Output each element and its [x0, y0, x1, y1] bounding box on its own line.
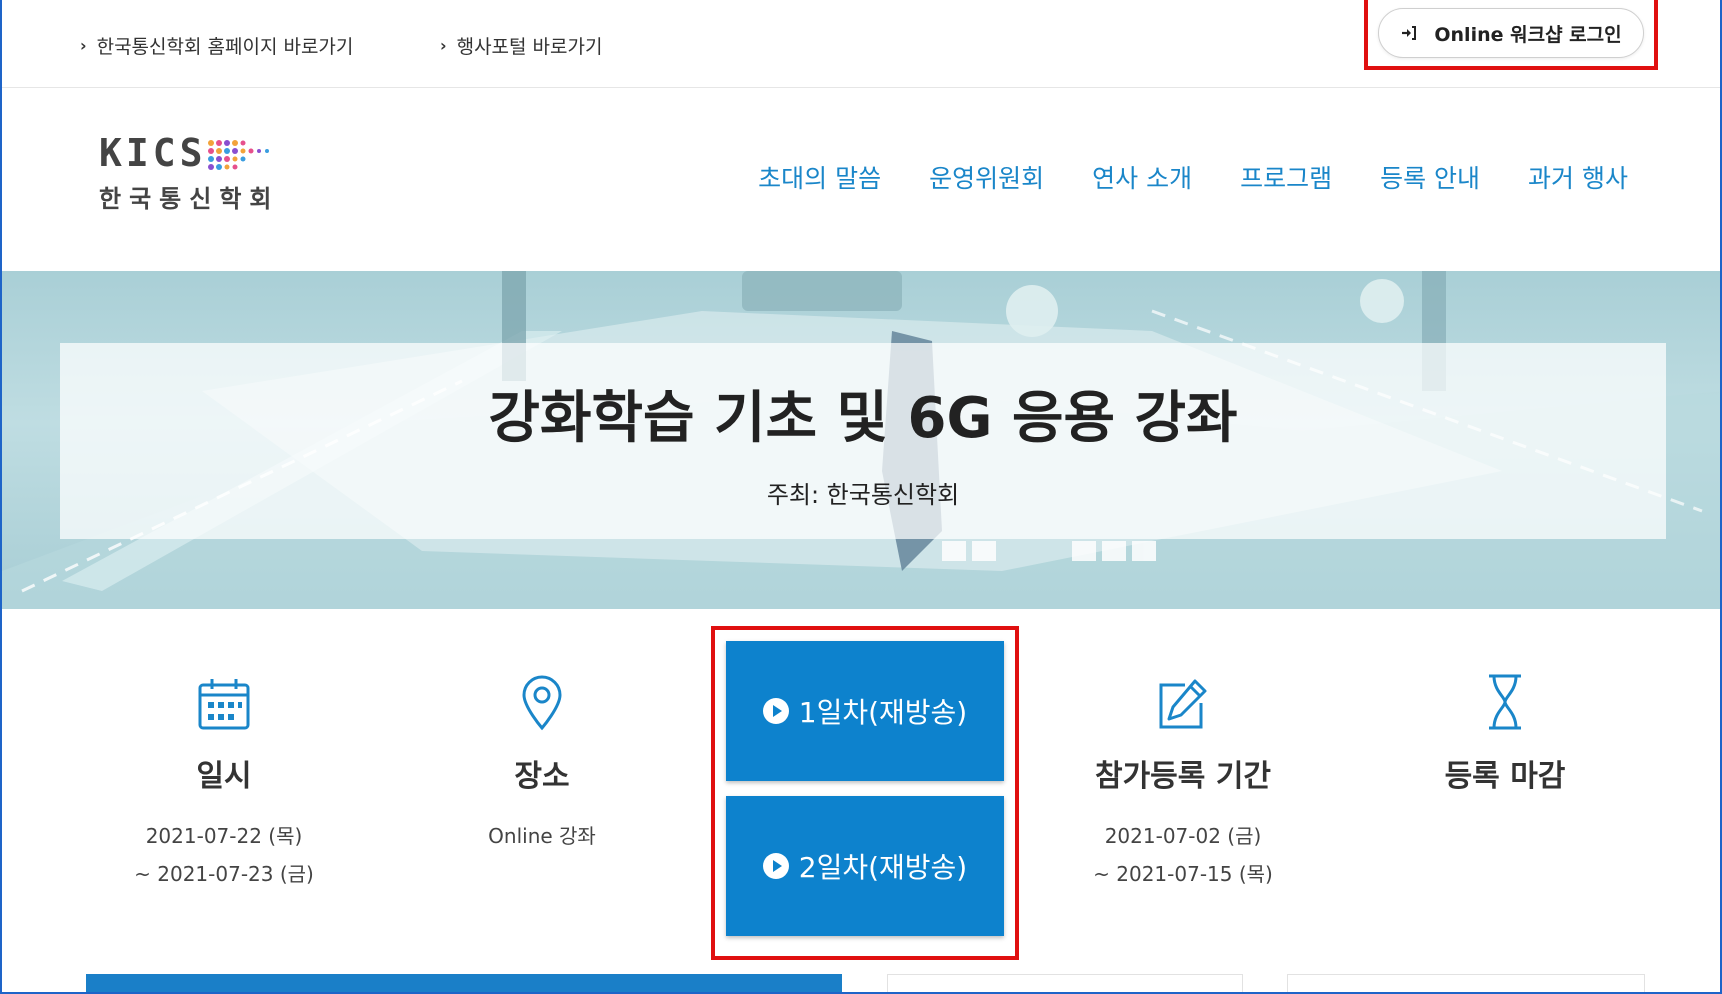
login-button-label: Online 워크샵 로그인 [1434, 23, 1622, 46]
kics-homepage-link-label: 한국통신학회 홈페이지 바로가기 [96, 36, 354, 58]
day1-replay-label: 1일차(재방송) [798, 696, 968, 729]
host-label: 주최: 한국통신학회 [766, 481, 960, 509]
notice-box [887, 974, 1243, 992]
sign-in-icon [1402, 26, 1417, 40]
chevron-right-icon: › [80, 36, 87, 55]
chevron-right-icon: › [440, 36, 447, 55]
venue-label: 장소 [514, 759, 570, 794]
event-portal-link[interactable]: › 행사포털 바로가기 [440, 32, 602, 59]
day1-replay-button[interactable]: 1일차(재방송) [726, 641, 1004, 781]
main-nav: 초대의 말씀 운영위원회 연사 소개 프로그램 등록 안내 과거 행사 [758, 159, 1628, 195]
login-highlight-box: Online 워크샵 로그인 [1364, 0, 1658, 70]
nav-item-program[interactable]: 프로그램 [1240, 159, 1332, 195]
calendar-icon [198, 679, 250, 730]
info-deadline: 등록 마감 [1355, 669, 1655, 795]
hero-title-panel: 강화학습 기초 및 6G 응용 강좌 주최: 한국통신학회 [60, 343, 1666, 539]
location-pin-icon [522, 675, 562, 731]
top-bar: › 한국통신학회 홈페이지 바로가기 › 행사포털 바로가기 Online 워크… [2, 0, 1720, 88]
kics-logo[interactable]: KICS 한국통신학회 [99, 131, 299, 213]
hourglass-icon [1489, 674, 1521, 730]
logo-wordmark: KICS [99, 131, 207, 175]
info-date: 일시 2021-07-22 (목) ~ 2021-07-23 (금) [74, 669, 374, 893]
day2-replay-button[interactable]: 2일차(재방송) [726, 796, 1004, 936]
info-venue: 장소 Online 강좌 [392, 669, 692, 855]
nav-item-committee[interactable]: 운영위원회 [929, 159, 1044, 195]
nav-item-registration[interactable]: 등록 안내 [1380, 159, 1480, 195]
date-end: ~ 2021-07-23 (금) [134, 862, 314, 886]
notice-box [1287, 974, 1645, 992]
registration-start: 2021-07-02 (금) [1104, 824, 1262, 848]
venue-value: Online 강좌 [488, 824, 596, 848]
date-start: 2021-07-22 (목) [145, 824, 303, 848]
play-icon [762, 853, 789, 879]
site-header: KICS 한국통신학회 초대의 말씀 운영위원회 연사 소개 프로그램 등록 안… [2, 89, 1720, 271]
info-registration-period: 참가등록 기간 2021-07-02 (금) ~ 2021-07-15 (목) [1033, 669, 1333, 893]
event-portal-link-label: 행사포털 바로가기 [456, 36, 603, 58]
hero-banner: 강화학습 기초 및 6G 응용 강좌 주최: 한국통신학회 [2, 271, 1720, 609]
deadline-label: 등록 마감 [1444, 759, 1566, 794]
page-frame: › 한국통신학회 홈페이지 바로가기 › 행사포털 바로가기 Online 워크… [0, 0, 1722, 994]
nav-item-past-events[interactable]: 과거 행사 [1528, 159, 1628, 195]
replay-highlight-box: 1일차(재방송) 2일차(재방송) [711, 626, 1019, 960]
registration-period-label: 참가등록 기간 [1094, 759, 1272, 794]
registration-end: ~ 2021-07-15 (목) [1093, 862, 1273, 886]
nav-item-invitation[interactable]: 초대의 말씀 [758, 159, 881, 195]
day2-replay-label: 2일차(재방송) [798, 851, 968, 884]
page-title: 강화학습 기초 및 6G 응용 강좌 [488, 386, 1238, 451]
notice-tab-active[interactable] [86, 974, 842, 992]
logo-dots-icon [208, 140, 269, 170]
date-label: 일시 [196, 759, 252, 794]
nav-item-speakers[interactable]: 연사 소개 [1092, 159, 1192, 195]
edit-icon [1159, 679, 1207, 729]
logo-subtitle: 한국통신학회 [99, 185, 280, 213]
event-info-section: 일시 2021-07-22 (목) ~ 2021-07-23 (금) 장소 On… [2, 609, 1720, 992]
kics-homepage-link[interactable]: › 한국통신학회 홈페이지 바로가기 [80, 32, 353, 59]
online-workshop-login-button[interactable]: Online 워크샵 로그인 [1378, 8, 1644, 58]
play-icon [762, 698, 789, 724]
